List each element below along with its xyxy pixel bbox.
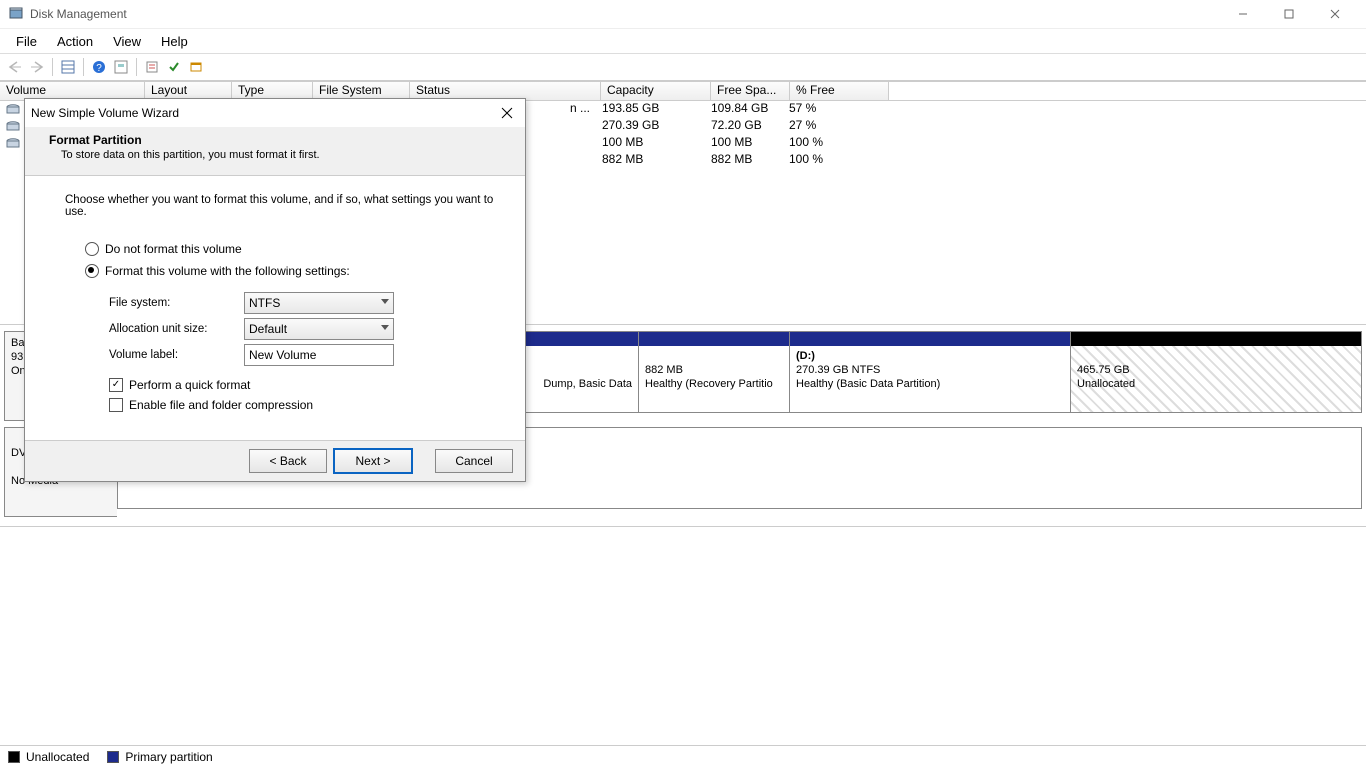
- capacity-cell: 193.85 GB: [596, 101, 705, 118]
- next-button[interactable]: Next >: [333, 448, 413, 474]
- input-volume-label[interactable]: New Volume: [244, 344, 394, 366]
- legend-unallocated: Unallocated: [26, 750, 89, 764]
- free-cell: 109.84 GB: [705, 101, 783, 118]
- back-icon[interactable]: [4, 56, 26, 78]
- volume-icon: [6, 121, 20, 136]
- pct-cell: 57 %: [783, 101, 881, 118]
- wizard-dialog: New Simple Volume Wizard Format Partitio…: [24, 98, 526, 482]
- menu-help[interactable]: Help: [151, 32, 198, 51]
- forward-icon[interactable]: [26, 56, 48, 78]
- svg-text:?: ?: [96, 63, 102, 74]
- menu-view[interactable]: View: [103, 32, 151, 51]
- chevron-down-icon: [381, 325, 389, 330]
- wizard-intro-text: Choose whether you want to format this v…: [65, 194, 497, 218]
- checkbox-icon: [109, 398, 123, 412]
- select-filesystem[interactable]: NTFS: [244, 292, 394, 314]
- checkbox-icon: ✓: [109, 378, 123, 392]
- wizard-title: New Simple Volume Wizard: [31, 106, 495, 120]
- radio-icon: [85, 264, 99, 278]
- properties-icon[interactable]: [141, 56, 163, 78]
- volume-icon: [6, 104, 20, 119]
- table-view-icon[interactable]: [57, 56, 79, 78]
- menubar: File Action View Help: [0, 29, 1366, 54]
- partition-unallocated[interactable]: 465.75 GB Unallocated: [1070, 332, 1361, 412]
- wizard-section-title: Format Partition: [49, 133, 501, 147]
- label-filesystem: File system:: [109, 297, 244, 309]
- menu-action[interactable]: Action: [47, 32, 103, 51]
- partition-d[interactable]: (D:) 270.39 GB NTFS Healthy (Basic Data …: [789, 332, 1070, 412]
- radio-no-format[interactable]: Do not format this volume: [85, 242, 497, 256]
- col-capacity[interactable]: Capacity: [601, 82, 711, 100]
- col-freespace[interactable]: Free Spa...: [711, 82, 790, 100]
- refresh-icon[interactable]: [110, 56, 132, 78]
- radio-icon: [85, 242, 99, 256]
- legend-bar: Unallocated Primary partition: [0, 745, 1366, 768]
- wizard-close-button[interactable]: [495, 103, 519, 123]
- partition-recovery[interactable]: 882 MB Healthy (Recovery Partitio: [638, 332, 789, 412]
- app-icon: [8, 6, 24, 22]
- app-title: Disk Management: [30, 7, 1220, 21]
- select-allocation[interactable]: Default: [244, 318, 394, 340]
- toolbar: ?: [0, 54, 1366, 81]
- checkbox-quick-format[interactable]: ✓ Perform a quick format: [109, 378, 497, 392]
- chevron-down-icon: [381, 299, 389, 304]
- col-pctfree[interactable]: % Free: [790, 82, 889, 100]
- window-icon[interactable]: [185, 56, 207, 78]
- volume-icon: [6, 138, 20, 153]
- close-button[interactable]: [1312, 0, 1358, 28]
- radio-format[interactable]: Format this volume with the following se…: [85, 264, 497, 278]
- checkbox-compression[interactable]: Enable file and folder compression: [109, 398, 497, 412]
- maximize-button[interactable]: [1266, 0, 1312, 28]
- wizard-section-subtitle: To store data on this partition, you mus…: [49, 149, 501, 161]
- back-button[interactable]: < Back: [249, 449, 327, 473]
- minimize-button[interactable]: [1220, 0, 1266, 28]
- legend-primary: Primary partition: [125, 750, 212, 764]
- check-icon[interactable]: [163, 56, 185, 78]
- cancel-button[interactable]: Cancel: [435, 449, 513, 473]
- label-volume-label: Volume label:: [109, 349, 244, 361]
- label-allocation: Allocation unit size:: [109, 323, 244, 335]
- help-icon[interactable]: ?: [88, 56, 110, 78]
- menu-file[interactable]: File: [6, 32, 47, 51]
